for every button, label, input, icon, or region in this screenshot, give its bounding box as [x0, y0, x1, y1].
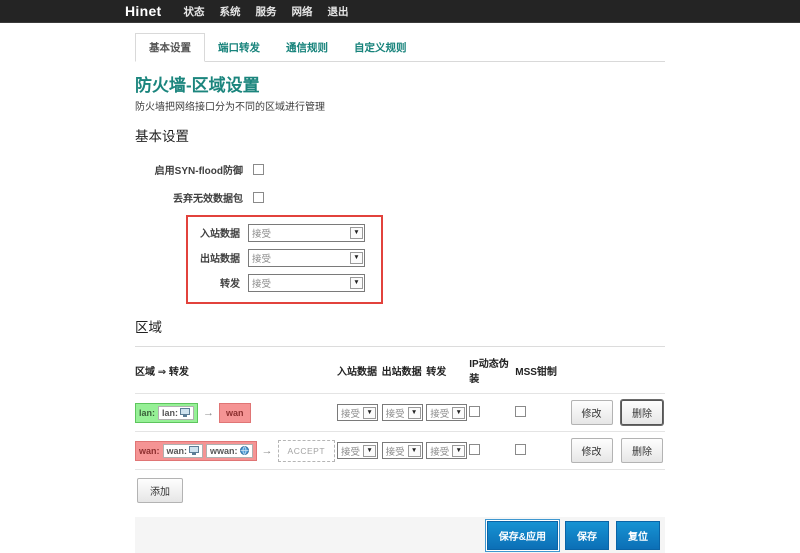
col-output: 出站数据 — [382, 347, 427, 394]
forward-policy-value: 接受 — [249, 276, 271, 290]
zones-table: 区域 ⇒ 转发 入站数据 出站数据 转发 IP动态伪装 MSS钳制 lan: l… — [135, 346, 665, 470]
content: 基本设置 端口转发 通信规则 自定义规则 防火墙-区域设置 防火墙把网络接口分为… — [135, 33, 665, 553]
chevron-down-icon: ▼ — [408, 407, 421, 419]
tab-port-forwards[interactable]: 端口转发 — [205, 34, 273, 61]
input-policy-value: 接受 — [249, 226, 271, 240]
output-policy-value: 接受 — [249, 251, 271, 265]
col-zone-forwardings: 区域 ⇒ 转发 — [135, 347, 337, 394]
zones-header-row: 区域 ⇒ 转发 入站数据 出站数据 转发 IP动态伪装 MSS钳制 — [135, 347, 665, 394]
wan-output-select[interactable]: 接受 ▼ — [382, 442, 423, 459]
lan-delete-button[interactable]: 删除 — [621, 400, 663, 425]
forward-policy-row: 转发 接受 ▼ — [188, 270, 381, 295]
arrow-icon: → — [262, 445, 273, 457]
col-actions — [567, 347, 665, 394]
lan-output-select[interactable]: 接受 ▼ — [382, 404, 423, 421]
wan-mss-checkbox[interactable] — [515, 444, 526, 455]
zone-row-lan: lan: lan: → wan 接受 ▼ — [135, 394, 665, 432]
syn-flood-label: 启用SYN-flood防御 — [135, 162, 243, 177]
output-policy-label: 出站数据 — [188, 250, 240, 265]
chevron-down-icon: ▼ — [350, 277, 363, 289]
syn-flood-row: 启用SYN-flood防御 — [135, 155, 665, 183]
col-masquerading: IP动态伪装 — [469, 347, 515, 394]
add-zone-button[interactable]: 添加 — [137, 478, 183, 503]
wan-masq-checkbox[interactable] — [469, 444, 480, 455]
ethernet-icon — [180, 408, 190, 417]
save-apply-button[interactable]: 保存&应用 — [487, 521, 558, 550]
top-navigation: 状态 系统 服务 网络 退出 — [184, 4, 349, 19]
output-policy-select[interactable]: 接受 ▼ — [248, 249, 365, 267]
chevron-down-icon: ▼ — [408, 445, 421, 457]
tab-traffic-rules[interactable]: 通信规则 — [273, 34, 341, 61]
lan-zone-badge: lan: lan: — [135, 403, 198, 423]
reset-button[interactable]: 复位 — [616, 521, 660, 550]
drop-invalid-checkbox[interactable] — [253, 192, 264, 203]
drop-invalid-label: 丢弃无效数据包 — [135, 190, 243, 205]
section-title-zones: 区域 — [135, 316, 665, 336]
lan-forward-select[interactable]: 接受 ▼ — [426, 404, 467, 421]
lan-input-value: 接受 — [338, 406, 360, 420]
nav-item-system[interactable]: 系统 — [220, 4, 241, 19]
highlight-red-box: 入站数据 接受 ▼ 出站数据 接受 ▼ 转发 接受 ▼ — [186, 215, 383, 304]
wwan-iface-label: wwan: — [210, 446, 238, 456]
wan-input-select[interactable]: 接受 ▼ — [337, 442, 378, 459]
tab-bar: 基本设置 端口转发 通信规则 自定义规则 — [135, 33, 665, 62]
lan-iface-box: lan: — [158, 406, 194, 420]
forward-policy-select[interactable]: 接受 ▼ — [248, 274, 365, 292]
chevron-down-icon: ▼ — [363, 407, 376, 419]
wan-zone-label: wan: — [139, 446, 160, 456]
input-policy-label: 入站数据 — [188, 225, 240, 240]
output-policy-row: 出站数据 接受 ▼ — [188, 245, 381, 270]
lan-input-select[interactable]: 接受 ▼ — [337, 404, 378, 421]
wan-forward-select[interactable]: 接受 ▼ — [426, 442, 467, 459]
arrow-icon: → — [203, 407, 214, 419]
actions-bar: 保存&应用 保存 复位 — [135, 517, 665, 553]
syn-flood-checkbox[interactable] — [253, 164, 264, 175]
wan-forward-value: 接受 — [427, 444, 449, 458]
page-title: 防火墙-区域设置 — [135, 71, 665, 96]
ethernet-icon — [189, 446, 199, 455]
tab-custom-rules[interactable]: 自定义规则 — [341, 34, 420, 61]
lan-zone-label: lan: — [139, 408, 155, 418]
wan-iface-box: wan: — [163, 444, 204, 458]
save-button[interactable]: 保存 — [565, 521, 609, 550]
drop-invalid-row: 丢弃无效数据包 — [135, 183, 665, 211]
lan-edit-button[interactable]: 修改 — [571, 400, 613, 425]
chevron-down-icon: ▼ — [452, 407, 465, 419]
wan-output-value: 接受 — [383, 444, 405, 458]
nav-item-services[interactable]: 服务 — [256, 4, 277, 19]
wwan-iface-box: wwan: — [206, 444, 253, 458]
chevron-down-icon: ▼ — [363, 445, 376, 457]
chevron-down-icon: ▼ — [350, 252, 363, 264]
wan-input-value: 接受 — [338, 444, 360, 458]
wan-zone-badge: wan: wan: wwan: — [135, 441, 257, 461]
brand-logo: Hinet — [125, 3, 162, 19]
zone-row-wan: wan: wan: wwan: → ACCEPT — [135, 432, 665, 470]
lan-target-badge: wan — [219, 403, 251, 423]
nav-item-status[interactable]: 状态 — [184, 4, 205, 19]
tab-basic-settings[interactable]: 基本设置 — [135, 33, 205, 62]
chevron-down-icon: ▼ — [350, 227, 363, 239]
lan-iface-label: lan: — [162, 408, 178, 418]
col-input: 入站数据 — [337, 347, 382, 394]
nav-item-network[interactable]: 网络 — [292, 4, 313, 19]
wan-edit-button[interactable]: 修改 — [571, 438, 613, 463]
section-title-basic: 基本设置 — [135, 125, 665, 145]
wan-target-accept-box: ACCEPT — [278, 440, 335, 462]
wireless-icon — [240, 446, 249, 455]
wan-delete-button[interactable]: 删除 — [621, 438, 663, 463]
col-forward: 转发 — [426, 347, 469, 394]
wan-iface-label: wan: — [167, 446, 188, 456]
chevron-down-icon: ▼ — [452, 445, 465, 457]
input-policy-row: 入站数据 接受 ▼ — [188, 220, 381, 245]
input-policy-select[interactable]: 接受 ▼ — [248, 224, 365, 242]
page-subtitle: 防火墙把网络接口分为不同的区域进行管理 — [135, 98, 665, 113]
lan-forward-value: 接受 — [427, 406, 449, 420]
nav-item-logout[interactable]: 退出 — [328, 4, 349, 19]
col-mss-clamping: MSS钳制 — [515, 347, 566, 394]
forward-policy-label: 转发 — [188, 275, 240, 290]
lan-output-value: 接受 — [383, 406, 405, 420]
lan-masq-checkbox[interactable] — [469, 406, 480, 417]
lan-mss-checkbox[interactable] — [515, 406, 526, 417]
topbar: Hinet 状态 系统 服务 网络 退出 — [0, 0, 800, 23]
